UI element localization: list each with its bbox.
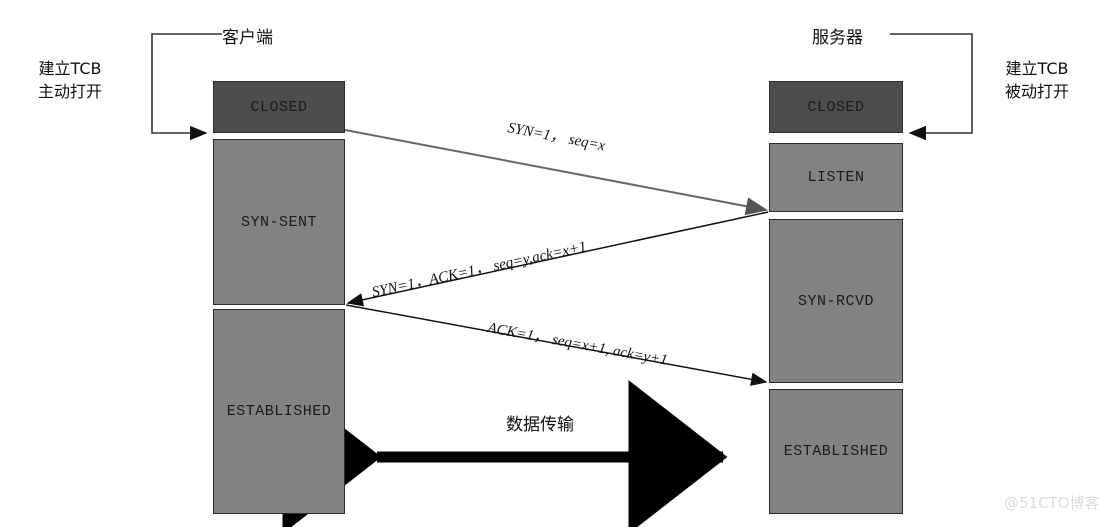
server-note-line2: 被动打开	[1005, 81, 1070, 101]
data-transfer-label: 数据传输	[506, 415, 574, 435]
client-state-established[interactable]: ESTABLISHED	[213, 309, 345, 514]
client-note-line1: 建立TCB	[38, 59, 102, 78]
server-state-listen[interactable]: LISTEN	[769, 143, 903, 212]
client-title: 客户端	[222, 28, 273, 48]
server-state-syn-rcvd[interactable]: SYN-RCVD	[769, 219, 903, 383]
client-note-line2: 主动打开	[38, 81, 103, 101]
server-state-established[interactable]: ESTABLISHED	[769, 389, 903, 514]
watermark: @51CTO博客	[1004, 494, 1100, 512]
server-note-line1: 建立TCB	[1005, 59, 1069, 78]
server-state-closed[interactable]: CLOSED	[769, 81, 903, 133]
client-state-syn-sent[interactable]: SYN-SENT	[213, 139, 345, 305]
tcp-handshake-diagram: 客户端 建立TCB 主动打开 服务器 建立TCB 被动打开 CLOSED SYN…	[0, 0, 1115, 527]
arrow-layer	[151, 33, 973, 527]
client-connector	[151, 33, 222, 141]
server-note: 建立TCB 被动打开	[1005, 58, 1069, 103]
client-note: 建立TCB 主动打开	[38, 58, 102, 103]
client-state-closed[interactable]: CLOSED	[213, 81, 345, 133]
server-title: 服务器	[812, 28, 863, 48]
